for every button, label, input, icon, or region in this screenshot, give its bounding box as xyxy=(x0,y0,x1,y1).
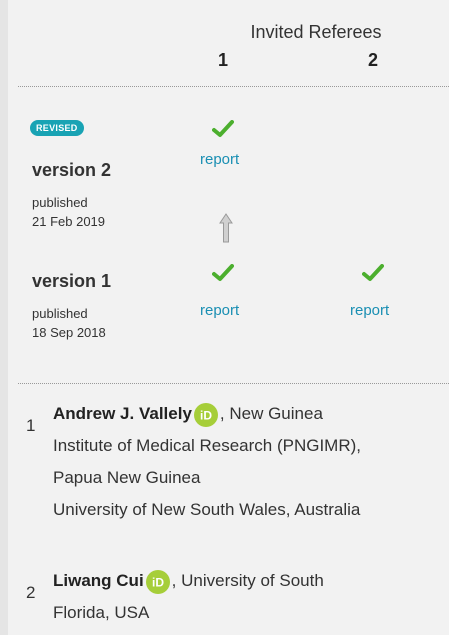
referee-index: 1 xyxy=(26,416,36,435)
version-1-referee-1-report-link[interactable]: report xyxy=(200,302,239,319)
up-arrow-icon xyxy=(219,213,233,243)
affiliation-text: , University of South xyxy=(171,571,324,590)
referee-details: Liwang Cui iD , University of South Florid… xyxy=(53,565,449,629)
affiliation-text: , New Guinea xyxy=(219,404,323,423)
published-label: published xyxy=(32,306,88,321)
invited-referees-heading: Invited Referees xyxy=(250,22,382,42)
affiliation-line: Andrew J. Vallely iD , New Guinea xyxy=(53,398,449,430)
check-icon xyxy=(212,120,234,138)
referee-details: Andrew J. Vallely iD , New Guinea Institut… xyxy=(53,398,449,526)
version-2-referee-1-report-link[interactable]: report xyxy=(200,151,239,168)
version-1-title: version 1 xyxy=(32,271,112,291)
referee-name: Liwang Cui xyxy=(53,571,144,590)
svg-text:iD: iD xyxy=(200,408,212,422)
affiliation-line: University of New South Wales, Australia xyxy=(53,500,361,519)
published-date: 18 Sep 2018 xyxy=(32,325,106,340)
version-1-referee-2-report-link[interactable]: report xyxy=(350,302,389,319)
affiliation-line: Papua New Guinea xyxy=(53,468,201,487)
version-2-title: version 2 xyxy=(32,160,112,180)
divider-top xyxy=(18,86,449,87)
published-date: 21 Feb 2019 xyxy=(32,214,106,229)
affiliation-line: Florida, USA xyxy=(53,603,150,622)
referee-2-number: 2 xyxy=(368,50,379,70)
referee-status-panel: Invited Referees 1 2 REVISED version 2 p… xyxy=(0,0,449,635)
referee-name: Andrew J. Vallely xyxy=(53,404,192,423)
check-icon xyxy=(212,264,234,282)
published-label: published xyxy=(32,195,88,210)
left-rail xyxy=(0,0,8,635)
svg-text:iD: iD xyxy=(152,575,164,589)
affiliation-line: Liwang Cui iD , University of South xyxy=(53,565,449,597)
orcid-icon[interactable]: iD xyxy=(145,569,170,594)
divider-bottom xyxy=(18,383,449,384)
revised-badge: REVISED xyxy=(30,120,84,136)
version-2-published: published 21 Feb 2019 xyxy=(32,193,105,231)
version-1-published: published 18 Sep 2018 xyxy=(32,304,106,342)
affiliation-line: Institute of Medical Research (PNGIMR), xyxy=(53,436,361,455)
check-icon xyxy=(362,264,384,282)
orcid-icon[interactable]: iD xyxy=(193,402,218,427)
referee-1-number: 1 xyxy=(218,50,229,70)
referee-index: 2 xyxy=(26,583,36,602)
